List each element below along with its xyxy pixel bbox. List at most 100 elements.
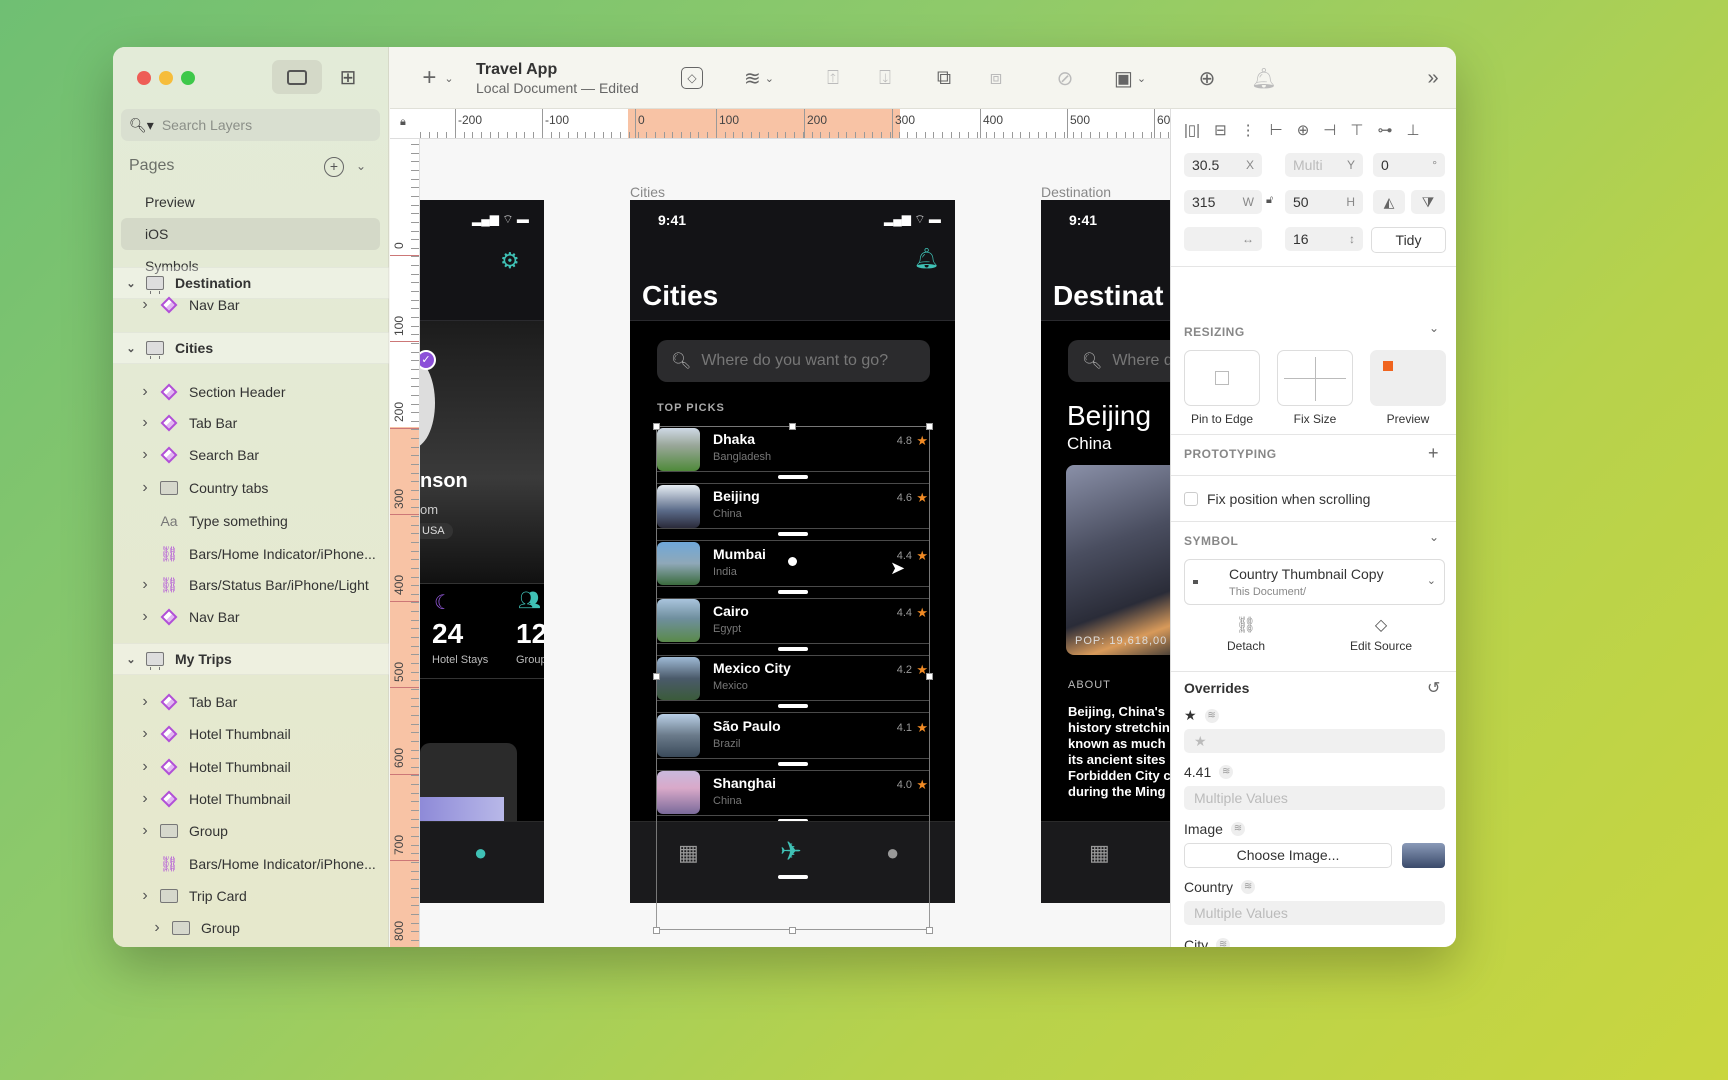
distribute-vertical-icon[interactable]: ⊟ [1214,121,1227,139]
chevron-right-icon[interactable]: › [139,296,151,314]
layer-item[interactable]: › Nav Bar [113,289,389,321]
add-icon[interactable]: + [1428,443,1439,464]
profile-tab-icon[interactable]: ● [474,840,487,866]
layers-button[interactable]: ≋ ⌄ [737,65,781,91]
flip-vertical-button[interactable]: ⧩ [1411,190,1445,214]
city-list-item[interactable]: São Paulo Brazil 4.1 ★ [657,714,930,758]
move-forward-button[interactable]: ⍐ [820,65,846,91]
layer-item[interactable]: › Tab Bar [113,686,389,718]
vertical-ruler[interactable]: 0 100 200 300 400 500 600 700 800 [390,139,420,947]
vertical-spacing-field[interactable]: 16 ↕ [1285,227,1363,251]
layer-item[interactable]: Aa Type something [113,505,389,537]
lock-ratio-icon[interactable]: 🔓︎ [1266,194,1273,207]
more-button[interactable]: » [1420,65,1446,91]
align-center-icon[interactable]: ⊕ [1297,121,1310,139]
resize-handle[interactable] [926,423,933,430]
image-thumbnail[interactable] [1402,843,1445,868]
artboard-label-cities[interactable]: Cities [630,184,665,200]
layer-artboard[interactable]: ⌄ My Trips [113,643,389,675]
width-field[interactable]: 315 W [1184,190,1262,214]
bell-icon[interactable]: 🔔︎ [914,246,939,271]
detach-button[interactable]: ⛓︎ Detach [1211,615,1281,653]
page-item-preview[interactable]: Preview [121,186,380,218]
symbol-selector[interactable]: Country Thumbnail Copy This Document/ ⌄ [1184,559,1445,605]
airplane-tab-icon[interactable]: ✈ [780,836,802,867]
align-top-icon[interactable]: ⊤ [1350,121,1363,139]
chevron-right-icon[interactable]: › [139,822,151,840]
resize-handle[interactable] [926,927,933,934]
layer-item[interactable]: › Hotel Thumbnail [113,783,389,815]
layer-item[interactable]: › Trip Card [113,880,389,912]
chevron-down-icon[interactable]: ⌄ [1429,321,1439,335]
profile-tab-icon[interactable]: ● [886,840,899,866]
chevron-right-icon[interactable]: › [139,693,151,711]
resize-handle[interactable] [653,673,660,680]
artboard-destination[interactable]: 9:41 Destinat 🔍︎ Where do Beijing China … [1041,200,1170,903]
search-layers-input[interactable]: 🔍︎▾ Search Layers [121,109,380,141]
override-value-field[interactable]: Multiple Values [1184,786,1445,810]
chevron-right-icon[interactable]: › [139,758,151,776]
layer-artboard[interactable]: ⌄ Cities [113,332,389,364]
layer-item[interactable]: › Group [113,815,389,847]
cities-tab-icon[interactable]: ▦ [1089,840,1110,866]
destination-search-bar[interactable]: 🔍︎ Where do [1068,340,1170,382]
fix-position-checkbox[interactable] [1184,492,1198,506]
grid-view-button[interactable]: ⊞ [323,60,373,94]
layer-item[interactable]: › Hotel Thumbnail [113,751,389,783]
tidy-button[interactable]: Tidy [1371,227,1446,253]
resize-handle[interactable] [926,673,933,680]
zoom-button[interactable] [181,71,195,85]
city-list-item[interactable]: Cairo Egypt 4.4 ★ [657,599,930,643]
resize-handle[interactable] [653,423,660,430]
close-button[interactable] [137,71,151,85]
chevron-right-icon[interactable]: › [139,414,151,432]
chevron-right-icon[interactable]: › [139,887,151,905]
layer-item[interactable]: › Group [113,912,389,944]
layer-item[interactable]: › Hotel Thumbnail [113,718,389,750]
more-options-icon[interactable]: ⋮ [1241,121,1256,139]
layer-item[interactable]: ⛓︎ Bars/Home Indicator/iPhone... [113,848,389,880]
resize-handle[interactable] [789,423,796,430]
chevron-down-icon[interactable]: ⌄ [125,277,137,290]
override-value-field[interactable]: ★ [1184,729,1445,753]
chevron-right-icon[interactable]: › [151,919,163,937]
cities-tab-icon[interactable]: ▦ [678,840,699,866]
rotation-field[interactable]: 0 ° [1373,153,1445,177]
artboard-profile[interactable]: ▂▄▆ ⌔ ▬ ⚙ ✓ nson om USA ☾ 24 Hotel Stays… [420,200,544,903]
horizontal-ruler[interactable]: 🔒︎ -200 -100 0 100 200 300 400 500 60 [390,109,1170,139]
create-symbol-button[interactable]: ◇ [679,65,705,91]
canvas[interactable]: ▂▄▆ ⌔ ▬ ⚙ ✓ nson om USA ☾ 24 Hotel Stays… [420,139,1170,947]
edit-source-button[interactable]: ◇ Edit Source [1341,615,1421,653]
flip-horizontal-button[interactable]: ◭ [1373,190,1405,214]
resize-handle[interactable] [789,927,796,934]
layer-item[interactable]: › Nav Bar [113,601,389,633]
notifications-button[interactable]: 🔔︎ [1251,65,1277,91]
align-middle-icon[interactable]: ⊶ [1377,121,1392,139]
collaborate-button[interactable]: ⊕ [1193,65,1221,91]
chevron-right-icon[interactable]: › [139,383,151,401]
chevron-down-icon[interactable]: ⌄ [1429,530,1439,544]
mask-button[interactable]: ⊘ [1052,65,1078,91]
canvas-view-button[interactable] [272,60,322,94]
move-backward-button[interactable]: ⍗ [872,65,898,91]
rotation-center-handle[interactable] [788,557,797,566]
layer-item[interactable]: › Search Bar [113,439,389,471]
choose-image-button[interactable]: Choose Image... [1184,843,1392,868]
minimize-button[interactable] [159,71,173,85]
fix-size-option[interactable] [1277,350,1353,406]
chevron-down-icon[interactable]: ⌄ [125,342,137,355]
city-list-item[interactable]: Mexico City Mexico 4.2 ★ [657,656,930,700]
x-field[interactable]: 30.5 X [1184,153,1262,177]
preview-option[interactable] [1370,350,1446,406]
chevron-right-icon[interactable]: › [139,725,151,743]
chevron-down-icon[interactable]: ⌄ [356,159,366,173]
artboard-label-destination[interactable]: Destination [1041,184,1111,200]
add-page-button[interactable]: + [324,157,344,177]
layer-item[interactable]: ⛓︎ Bars/Home Indicator/iPhone... [113,538,389,570]
chevron-right-icon[interactable]: › [139,446,151,464]
chevron-right-icon[interactable]: › [139,790,151,808]
y-field[interactable]: Multi Y [1285,153,1363,177]
height-field[interactable]: 50 H [1285,190,1363,214]
pin-to-edge-option[interactable] [1184,350,1260,406]
chevron-down-icon[interactable]: ⌄ [125,653,137,666]
